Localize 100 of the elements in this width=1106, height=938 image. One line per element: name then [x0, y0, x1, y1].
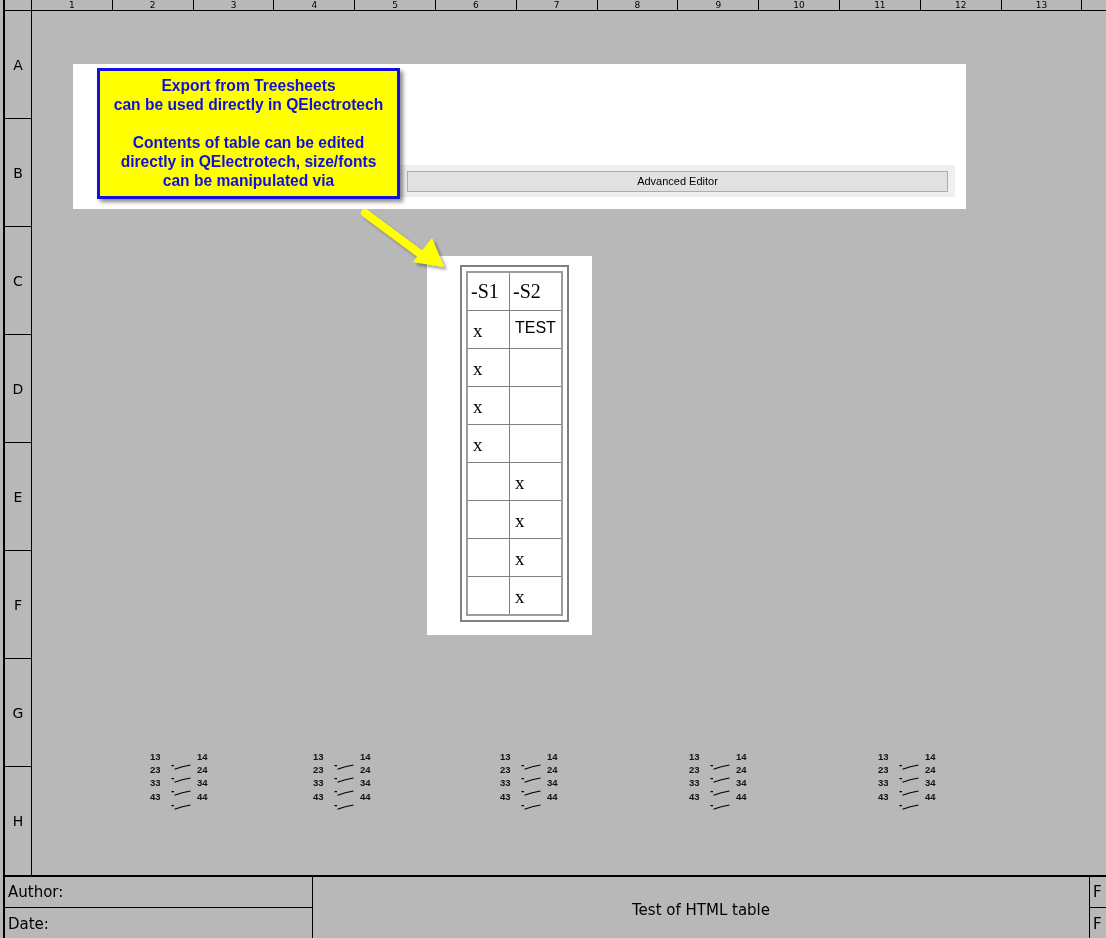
terminal-label: 43	[313, 789, 325, 803]
table-cell: x	[468, 311, 509, 348]
advanced-editor-button[interactable]: Advanced Editor	[407, 170, 948, 192]
terminal-label: 14	[736, 750, 748, 764]
table-header-cell: -S2	[510, 273, 561, 310]
switch-contact-icon	[899, 790, 919, 797]
terminal-label: 13	[500, 750, 512, 764]
table-cell	[468, 577, 509, 614]
switch-contact-icon	[710, 777, 730, 784]
terminal-label: 44	[925, 789, 937, 803]
terminal-label: 24	[360, 763, 372, 777]
terminal-label: 33	[878, 776, 890, 790]
terminal-label: 33	[689, 776, 701, 790]
table-cell: x	[468, 425, 509, 462]
ruler-column-label: 4	[274, 0, 356, 10]
terminal-label: 14	[547, 750, 559, 764]
ruler-column-label: 7	[516, 0, 598, 10]
terminal-label: 43	[150, 789, 162, 803]
terminal-label: 33	[500, 776, 512, 790]
table-cell: x	[510, 539, 561, 576]
ruler-column-label: 1	[32, 0, 113, 10]
switch-contact-icon	[334, 764, 354, 770]
terminal-label: 23	[689, 763, 701, 777]
table-cell	[510, 425, 561, 462]
switch-contact-icon	[171, 777, 191, 784]
switch-contact-icon	[899, 764, 919, 770]
terminal-label: 24	[197, 763, 209, 777]
switch-contact-icon	[171, 803, 191, 810]
terminal-label: 24	[547, 763, 559, 777]
terminal-label: 23	[500, 763, 512, 777]
ruler-row-label: E	[5, 443, 31, 551]
switch-contact-icon	[171, 764, 191, 770]
terminal-label: 34	[360, 776, 372, 790]
terminal-label: 13	[689, 750, 701, 764]
terminal-label: 13	[313, 750, 325, 764]
switch-contact-icon	[521, 777, 541, 784]
switch-contact-icon	[521, 790, 541, 797]
terminal-label: 44	[197, 789, 209, 803]
ruler-row-label: H	[11, 812, 25, 831]
author-label: Author:	[8, 883, 64, 901]
terminal-label: 43	[878, 789, 890, 803]
terminal-label: 14	[360, 750, 372, 764]
terminal-label: 24	[925, 763, 937, 777]
terminal-label: 23	[878, 763, 890, 777]
table-cell: x	[510, 577, 561, 614]
switch-contact-icon	[710, 803, 730, 810]
ruler-row-label: B	[5, 119, 31, 227]
table-cell	[468, 539, 509, 576]
note-text: Export from Treesheets can be used directly in QElectrotech	[112, 76, 385, 114]
ruler-row-label: F	[5, 551, 31, 659]
terminal-label: 14	[197, 750, 209, 764]
diagram-title: Test of HTML table	[631, 900, 770, 919]
terminal-label: 34	[925, 776, 937, 790]
switch-contact-icon	[899, 777, 919, 784]
terminal-label: 13	[150, 750, 162, 764]
table-cell	[510, 387, 561, 424]
date-label: Date:	[8, 914, 49, 933]
terminal-label: 43	[500, 789, 512, 803]
table-cell	[468, 501, 509, 538]
ruler-column-label: 6	[436, 0, 517, 10]
table-cell: x	[468, 387, 509, 424]
terminal-label: 23	[150, 763, 162, 777]
ruler-column-label: 9	[678, 0, 760, 10]
ruler-column-label: 11	[839, 0, 921, 10]
ruler-column-label: 3	[193, 0, 275, 10]
switch-contact-icon	[334, 803, 354, 810]
switch-contact-icon	[899, 803, 919, 810]
terminal-label: 34	[736, 776, 748, 790]
table-cell: x	[468, 349, 509, 386]
switch-contact-icon	[521, 764, 541, 770]
table-cell: x	[510, 501, 561, 538]
switch-contact-icon	[171, 790, 191, 797]
terminal-label: 44	[547, 789, 559, 803]
terminal-label: 13	[878, 750, 890, 764]
ruler-column-label: 2	[112, 0, 194, 10]
table-cell: x	[510, 463, 561, 500]
terminal-label: 24	[736, 763, 748, 777]
note-text: Contents of table can be edited directly in QElectrotech, size/fonts can be manipulated via	[119, 133, 378, 190]
title-block-label: F	[1093, 914, 1102, 933]
table-cell: TEST	[510, 311, 561, 348]
terminal-label: 34	[197, 776, 209, 790]
table-cell	[510, 349, 561, 386]
terminal-label: 33	[313, 776, 325, 790]
ruler-column-label: 12	[920, 0, 1002, 10]
table-cell	[468, 463, 509, 500]
terminal-label: 43	[689, 789, 701, 803]
terminal-label: 44	[360, 789, 372, 803]
ruler-row-label: G	[5, 659, 31, 767]
table-header-cell: -S1	[468, 273, 509, 310]
ruler-column-label: 5	[355, 0, 436, 10]
terminal-label: 23	[313, 763, 325, 777]
ruler-row-label: D	[5, 335, 31, 443]
terminal-label: 34	[547, 776, 559, 790]
ruler-column-label: 13	[1001, 0, 1083, 10]
terminal-label: 33	[150, 776, 162, 790]
ruler-row-label: A	[5, 11, 31, 119]
ruler-row-label: C	[5, 227, 31, 335]
switch-contact-icon	[334, 790, 354, 797]
ruler-column-label: 8	[597, 0, 679, 10]
title-block-label: F	[1093, 883, 1102, 901]
